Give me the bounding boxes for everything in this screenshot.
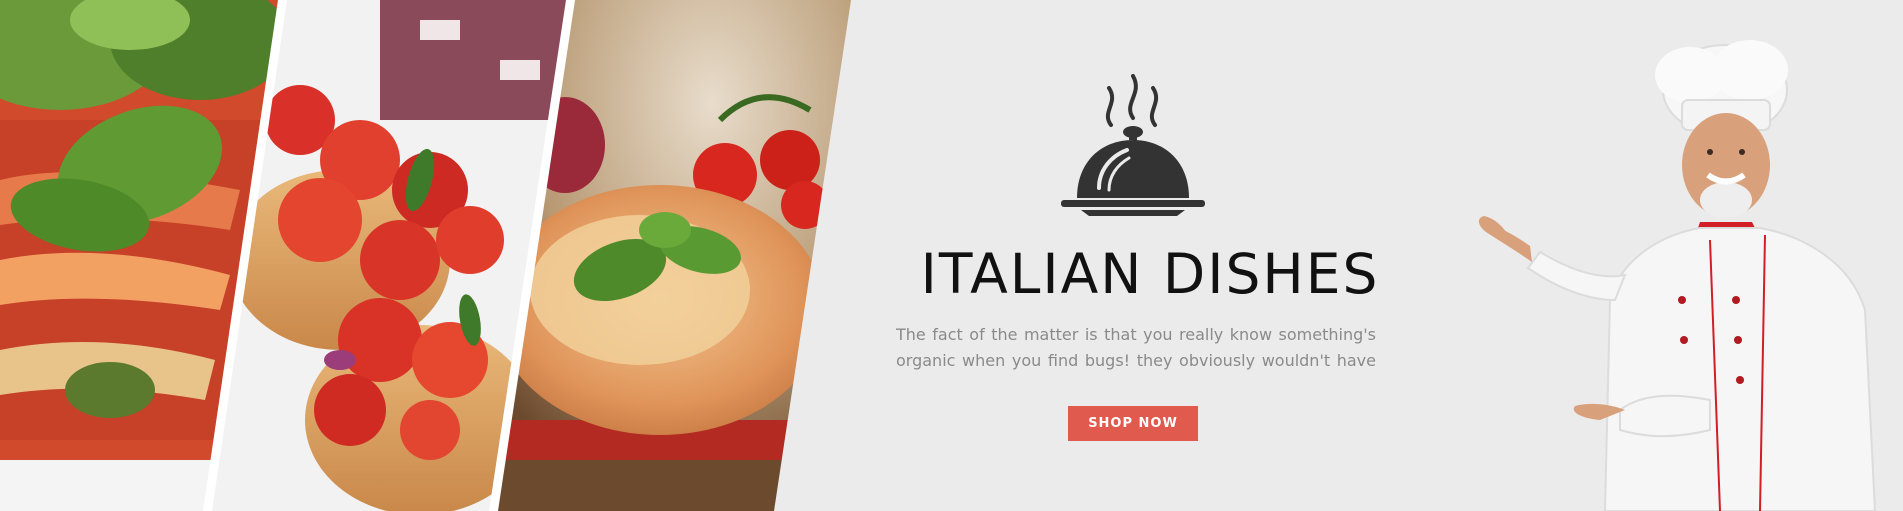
shop-now-button[interactable]: SHOP NOW xyxy=(1068,406,1198,441)
hero-title: ITALIAN DISHES xyxy=(920,242,1380,306)
hero-content: ITALIAN DISHES The fact of the matter is… xyxy=(860,0,1440,511)
food-collage xyxy=(0,0,860,511)
serving-cloche-icon xyxy=(1055,70,1211,220)
chef-photo xyxy=(1420,0,1903,511)
hero-description: The fact of the matter is that you reall… xyxy=(896,325,1376,370)
hero-banner: ITALIAN DISHES The fact of the matter is… xyxy=(0,0,1903,511)
